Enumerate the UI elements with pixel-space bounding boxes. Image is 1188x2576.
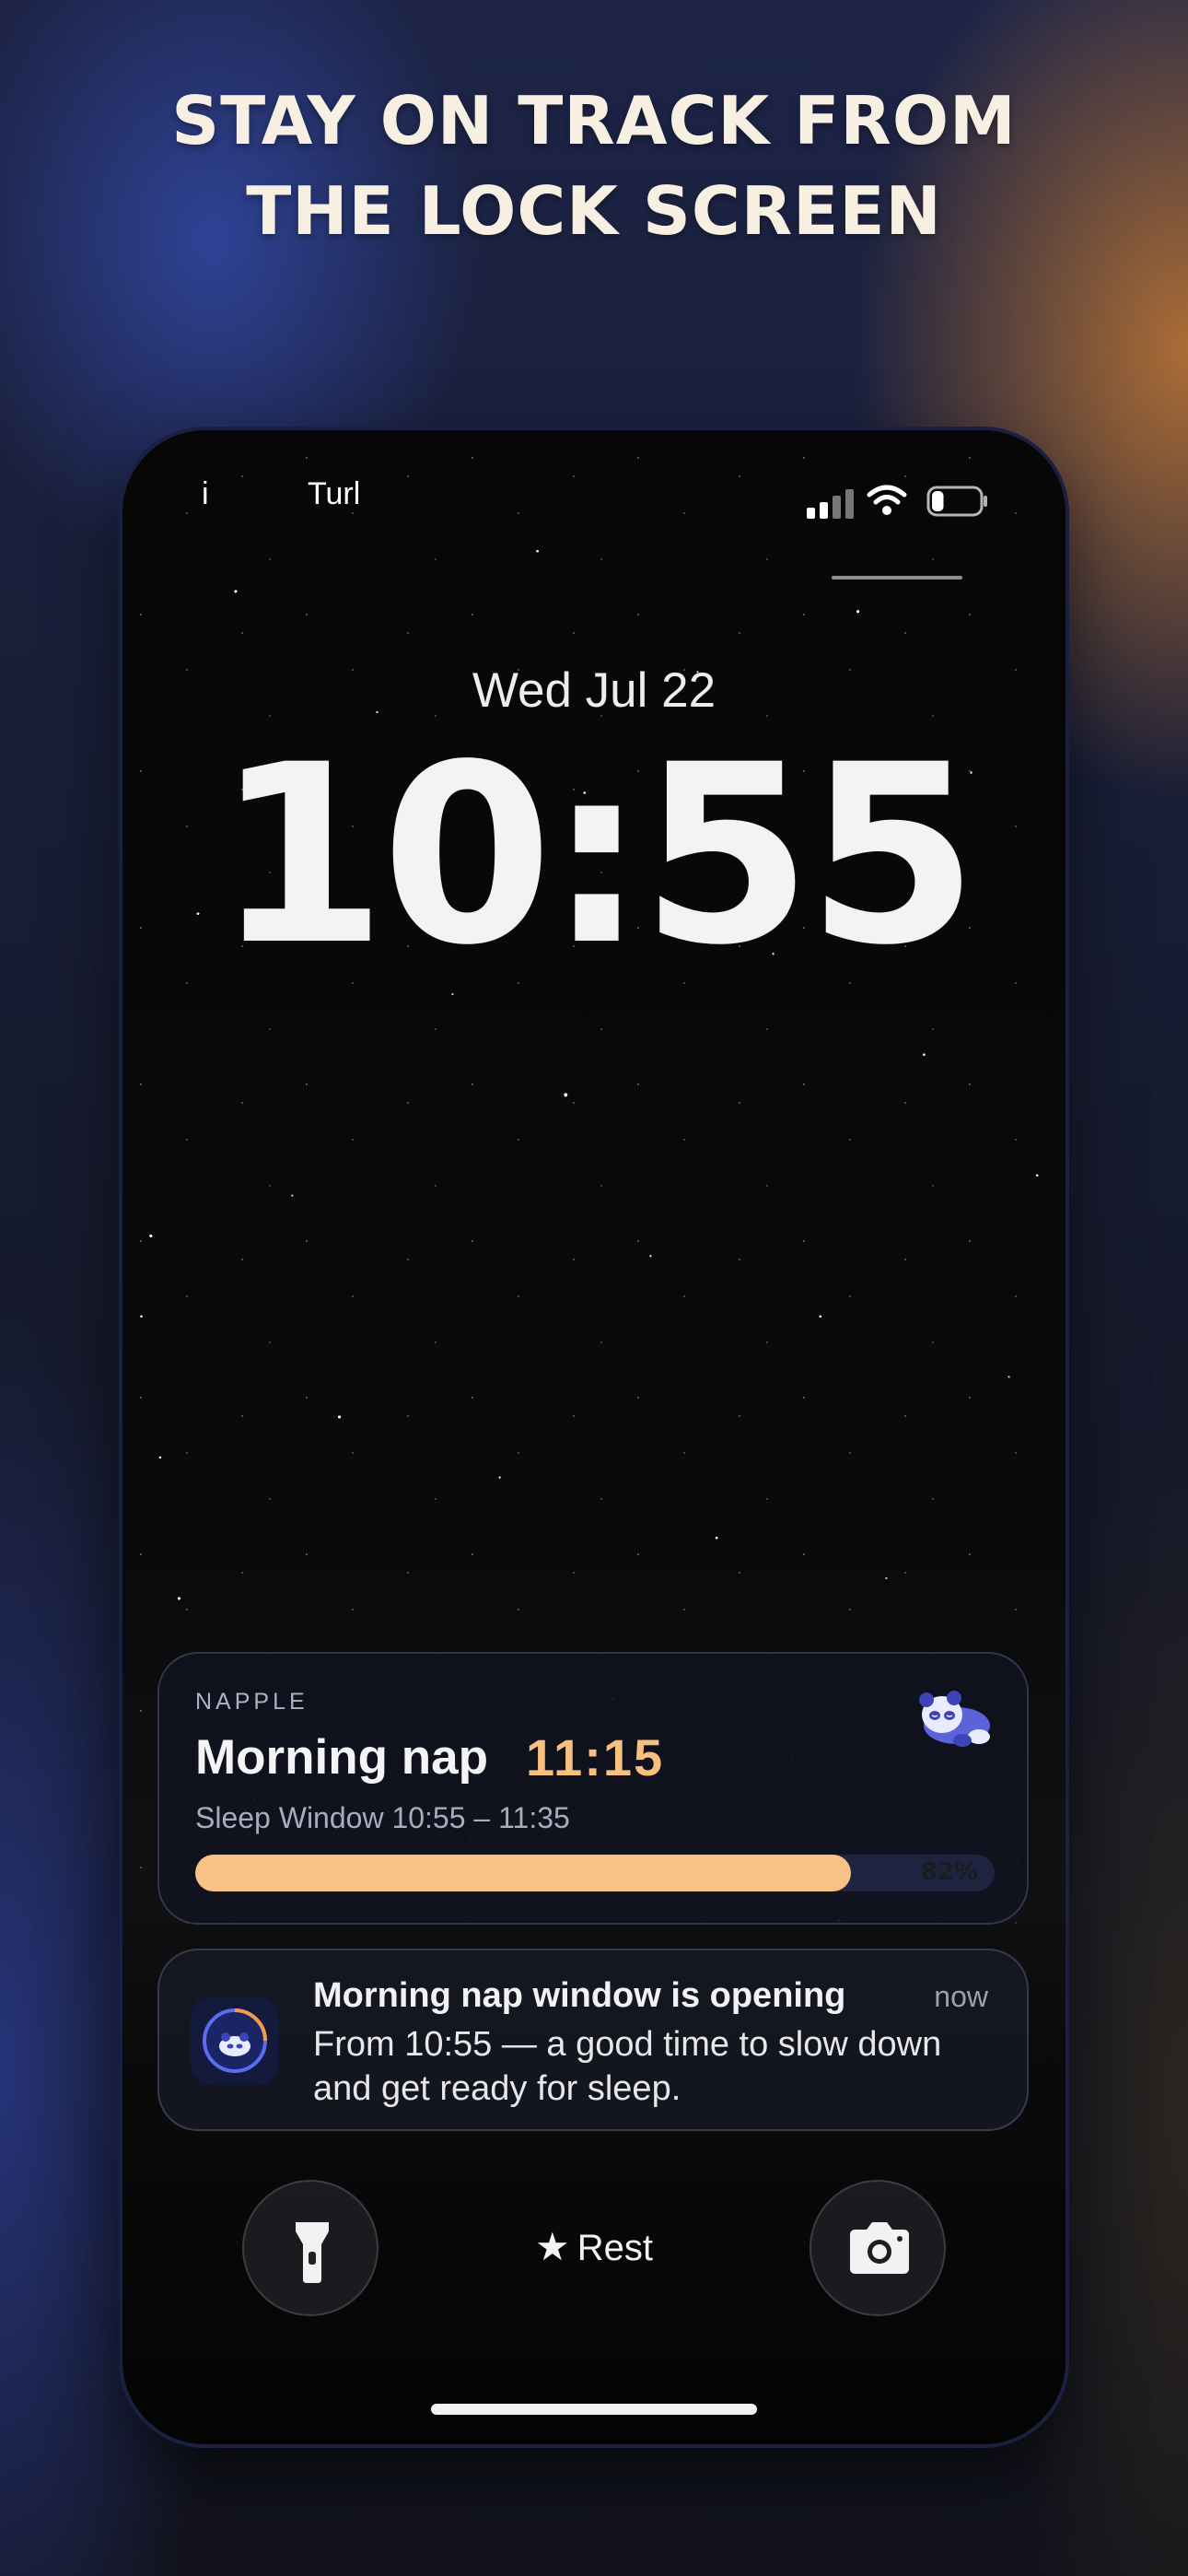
home-indicator[interactable]: [431, 2404, 757, 2415]
lock-date: Wed Jul 22: [472, 663, 716, 718]
carrier-name: Turl: [308, 476, 361, 511]
cellular-signal-icon: [807, 489, 854, 519]
live-activity-title: Morning nap: [195, 1730, 488, 1785]
battery-icon: [926, 486, 987, 517]
camera-icon: [850, 2222, 909, 2274]
status-bar: i Turl: [122, 476, 1066, 580]
status-left-text: i: [202, 476, 209, 511]
headline-line-1: STAY ON TRACK FROM: [171, 82, 1017, 159]
notification-title: Morning nap window is opening: [313, 1976, 846, 2015]
star-icon: ★: [535, 2224, 570, 2269]
notification-time: now: [934, 1980, 988, 2013]
live-activity-card[interactable]: NAPPLE Morning nap 11:15 Sleep Window 10…: [157, 1652, 1029, 1925]
live-activity-end-time: 11:15: [526, 1728, 665, 1786]
camera-button[interactable]: [809, 2180, 946, 2316]
live-activity-app-name: NAPPLE: [195, 1689, 309, 1715]
nap-progress-label: 82%: [920, 1858, 978, 1886]
sleeping-panda-icon: [919, 1691, 990, 1747]
phone-frame: i Turl Wed Jul 22 10:55 NAPPLE Morning n…: [122, 430, 1066, 2444]
notification-body: From 10:55 — a good time to slow down an…: [313, 2025, 942, 2108]
nap-progress-fill: [195, 1855, 851, 1891]
headline: STAY ON TRACK FROM THE LOCK SCREEN: [0, 76, 1188, 256]
headline-line-2: THE LOCK SCREEN: [246, 172, 942, 250]
wifi-icon: [867, 485, 907, 515]
notification-card[interactable]: Morning nap window is opening now From 1…: [157, 1949, 1029, 2131]
clock-panda-icon: [191, 1996, 279, 2085]
lock-clock: 10:55: [215, 712, 978, 1000]
focus-mode-text: Rest: [577, 2228, 653, 2268]
nap-progress-bar: 82%: [195, 1855, 995, 1891]
live-activity-subtitle: Sleep Window 10:55 – 11:35: [195, 1801, 570, 1834]
status-underline: [832, 576, 962, 580]
